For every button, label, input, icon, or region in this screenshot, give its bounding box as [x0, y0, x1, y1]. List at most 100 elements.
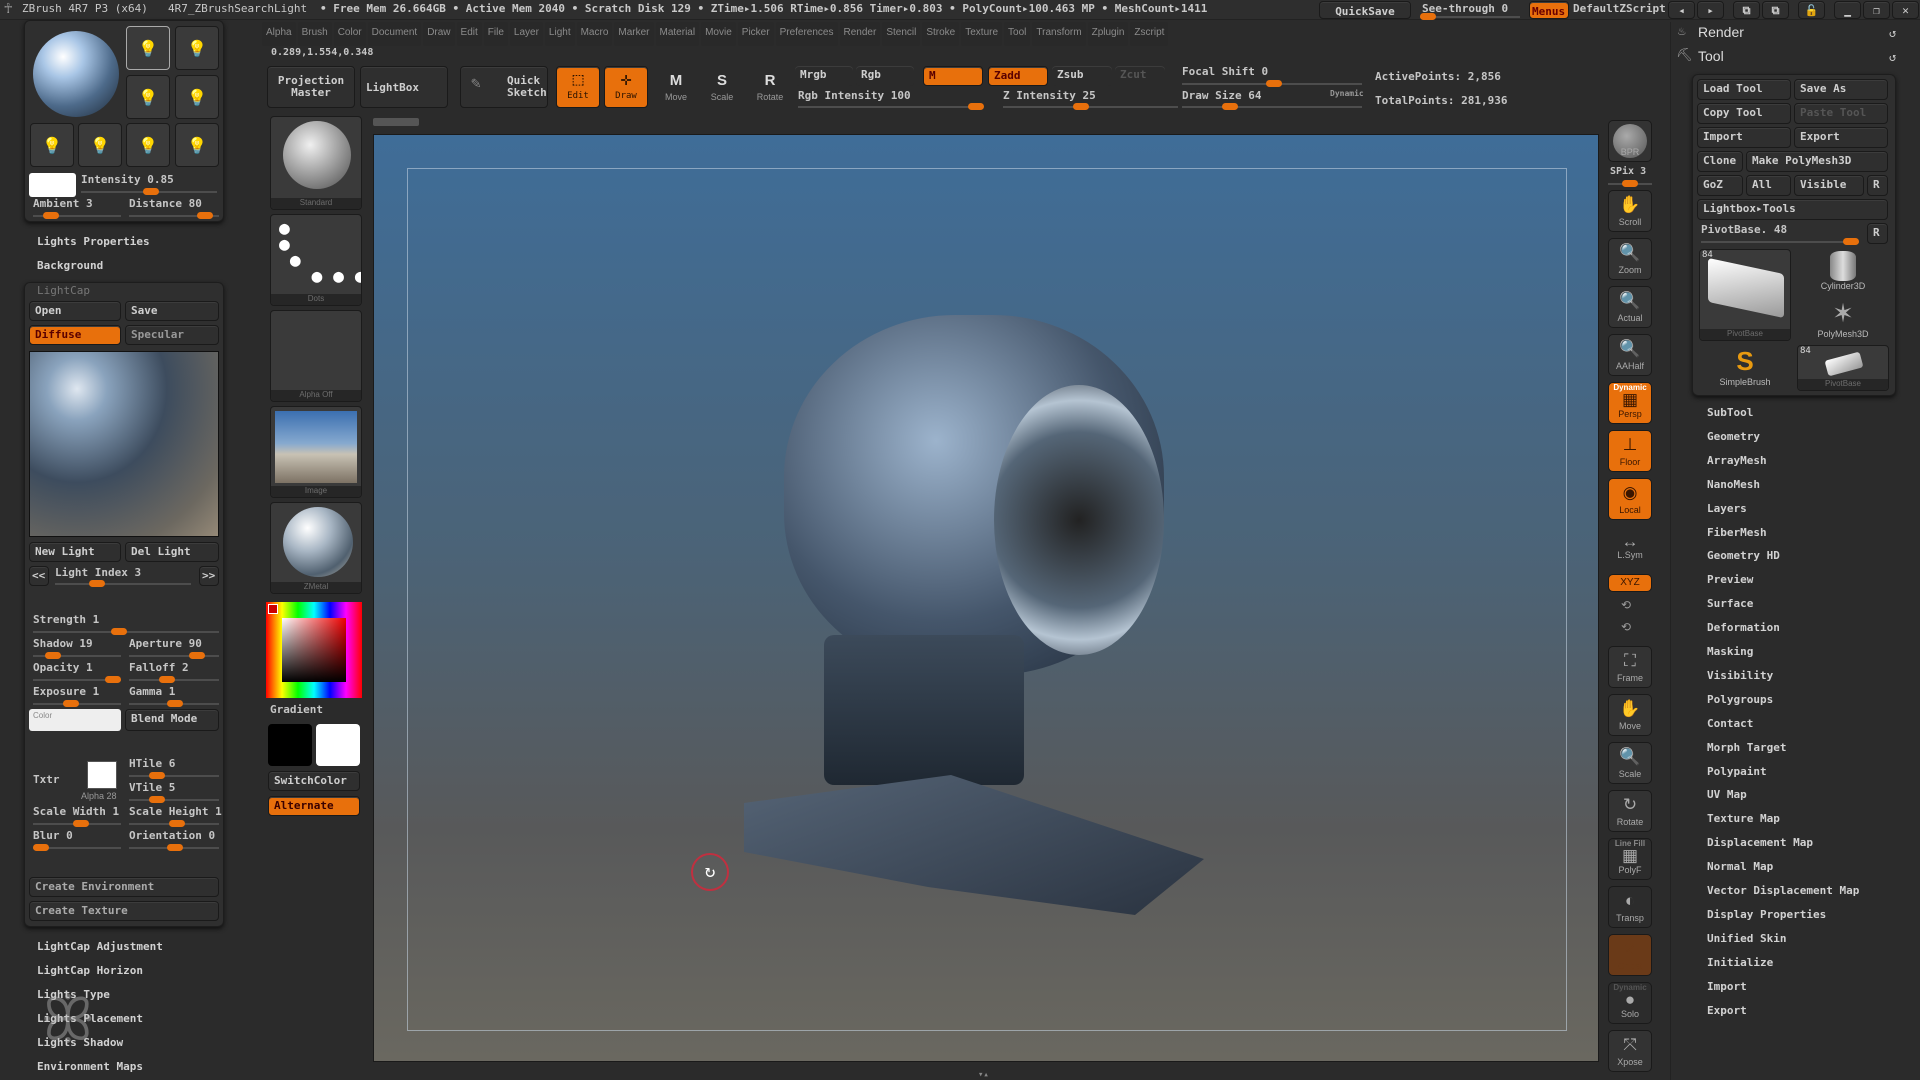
- aperture-slider[interactable]: [129, 652, 219, 659]
- create-texture-button[interactable]: Create Texture: [29, 901, 219, 921]
- scale-button[interactable]: S Scale: [702, 70, 742, 102]
- prev-light-button[interactable]: <<: [29, 566, 49, 586]
- clone-button[interactable]: Clone: [1697, 151, 1743, 172]
- light-1-button[interactable]: 💡: [126, 26, 170, 70]
- actual-button[interactable]: 🔍 Actual: [1608, 286, 1652, 328]
- persp-button[interactable]: Dynamic ▦ Persp: [1608, 382, 1652, 424]
- projection-master-button[interactable]: Projection Master: [267, 66, 355, 108]
- dynamic-toggle[interactable]: Dynamic: [1330, 89, 1364, 98]
- floor-button[interactable]: ⊥ Floor: [1608, 430, 1652, 472]
- lightcap-title[interactable]: LightCap: [37, 284, 90, 297]
- background-section[interactable]: Background: [37, 259, 103, 272]
- light-sphere-preview[interactable]: [33, 31, 119, 117]
- render-menu-title[interactable]: Render: [1698, 24, 1744, 40]
- lightbox-button[interactable]: LightBox: [360, 66, 448, 108]
- tool-section-displacement-map[interactable]: Displacement Map: [1707, 836, 1813, 849]
- menu-brush[interactable]: Brush: [297, 22, 332, 46]
- menu-draw[interactable]: Draw: [423, 22, 455, 46]
- tool-section-nanomesh[interactable]: NanoMesh: [1707, 478, 1760, 491]
- menu-preferences[interactable]: Preferences: [775, 22, 838, 46]
- tool-section-visibility[interactable]: Visibility: [1707, 669, 1773, 682]
- light-7-button[interactable]: 💡: [126, 123, 170, 167]
- slider-knob[interactable]: [73, 820, 89, 827]
- slider-knob[interactable]: [143, 188, 159, 195]
- canvas-viewport[interactable]: ↻: [373, 134, 1599, 1062]
- move-button[interactable]: M Move: [656, 70, 696, 102]
- slider-knob[interactable]: [63, 700, 79, 707]
- tool-section-texture-map[interactable]: Texture Map: [1707, 812, 1780, 825]
- menu-zplugin[interactable]: Zplugin: [1087, 22, 1129, 46]
- scroll-left-icon[interactable]: ◂: [1668, 1, 1695, 19]
- menu-material[interactable]: Material: [655, 22, 700, 46]
- slider-knob[interactable]: [1073, 103, 1089, 110]
- tool-section-vector-displacement-map[interactable]: Vector Displacement Map: [1707, 884, 1859, 897]
- light-index-slider[interactable]: [55, 580, 191, 587]
- lock-icon[interactable]: 🔓: [1798, 1, 1825, 19]
- menu-layer[interactable]: Layer: [509, 22, 543, 46]
- gradient-label[interactable]: Gradient: [270, 703, 323, 716]
- color-picker-hue-ring[interactable]: [266, 602, 362, 698]
- edit-button[interactable]: ⬚ Edit: [556, 66, 600, 108]
- tool-section-initialize[interactable]: Initialize: [1707, 956, 1773, 969]
- tool-section-arraymesh[interactable]: ArrayMesh: [1707, 454, 1767, 467]
- menu-light[interactable]: Light: [544, 22, 575, 46]
- tool-section-contact[interactable]: Contact: [1707, 717, 1753, 730]
- slider-knob[interactable]: [105, 676, 121, 683]
- layout-prev-icon[interactable]: ⧉: [1733, 1, 1760, 19]
- specular-button[interactable]: Specular: [125, 325, 219, 345]
- searchlight-model[interactable]: [744, 305, 1204, 965]
- light-8-button[interactable]: 💡: [175, 123, 219, 167]
- slider-knob[interactable]: [43, 212, 59, 219]
- rotate-xyz-button[interactable]: XYZ: [1608, 574, 1652, 592]
- ghost-button[interactable]: ⊘ Ghost: [1608, 934, 1652, 976]
- texture-swatch[interactable]: [87, 761, 117, 789]
- tool-section-subtool[interactable]: SubTool: [1707, 406, 1753, 419]
- tool-thumb-polymesh3d[interactable]: ✶ PolyMesh3D: [1797, 297, 1889, 343]
- polyf-button[interactable]: Line Fill ▦ PolyF: [1608, 838, 1652, 880]
- slider-knob[interactable]: [1266, 80, 1282, 87]
- lightbox-tools-button[interactable]: Lightbox▸Tools: [1697, 199, 1888, 220]
- slider-knob[interactable]: [968, 103, 984, 110]
- spix-slider[interactable]: [1608, 180, 1652, 187]
- menus-button[interactable]: Menus: [1529, 1, 1569, 19]
- frame-button[interactable]: ⛶ Frame: [1608, 646, 1652, 688]
- ambient-slider[interactable]: [33, 212, 121, 219]
- lsym-button[interactable]: ↔ L.Sym: [1608, 532, 1652, 566]
- tool-section-masking[interactable]: Masking: [1707, 645, 1753, 658]
- zcut-button[interactable]: Zcut: [1115, 66, 1165, 86]
- transp-button[interactable]: ◐ Transp: [1608, 886, 1652, 928]
- slider-knob[interactable]: [1420, 13, 1436, 20]
- menu-stroke[interactable]: Stroke: [922, 22, 960, 46]
- tool-section-import[interactable]: Import: [1707, 980, 1747, 993]
- stroke-picker[interactable]: ● ● ● ● ● ● Dots: [270, 214, 362, 306]
- goz-visible-button[interactable]: Visible: [1794, 175, 1864, 196]
- scale-view-button[interactable]: 🔍 Scale: [1608, 742, 1652, 784]
- lights-properties-section[interactable]: Lights Properties: [37, 235, 150, 248]
- layout-next-icon[interactable]: ⧉: [1762, 1, 1789, 19]
- z-intensity-slider[interactable]: [1003, 103, 1178, 110]
- scale-width-slider[interactable]: [33, 820, 121, 827]
- scale-height-slider[interactable]: [129, 820, 219, 827]
- default-zscript-button[interactable]: DefaultZScript: [1573, 0, 1666, 18]
- quick-sketch-button[interactable]: Quick Sketch ✎: [460, 66, 548, 108]
- menu-stencil[interactable]: Stencil: [882, 22, 921, 46]
- menu-color[interactable]: Color: [333, 22, 366, 46]
- tool-section-fibermesh[interactable]: FiberMesh: [1707, 526, 1767, 539]
- strength-slider[interactable]: [33, 628, 219, 635]
- import-button[interactable]: Import: [1697, 127, 1791, 148]
- opacity-slider[interactable]: [33, 676, 121, 683]
- del-light-button[interactable]: Del Light: [125, 542, 219, 562]
- menu-zscript[interactable]: Zscript: [1130, 22, 1169, 46]
- paste-tool-button[interactable]: Paste Tool: [1794, 103, 1888, 124]
- m-button[interactable]: M: [923, 66, 983, 86]
- tool-thumb-cylinder3d[interactable]: Cylinder3D: [1797, 249, 1889, 295]
- new-light-button[interactable]: New Light: [29, 542, 121, 562]
- bpr-button[interactable]: BPR: [1608, 120, 1652, 162]
- slider-knob[interactable]: [197, 212, 213, 219]
- vtile-slider[interactable]: [129, 796, 219, 803]
- pivotbase-slider[interactable]: [1701, 238, 1859, 245]
- alternate-button[interactable]: Alternate: [268, 796, 360, 816]
- slider-knob[interactable]: [167, 700, 183, 707]
- alpha-picker[interactable]: Alpha Off: [270, 310, 362, 402]
- tool-section-geometry-hd[interactable]: Geometry HD: [1707, 549, 1780, 562]
